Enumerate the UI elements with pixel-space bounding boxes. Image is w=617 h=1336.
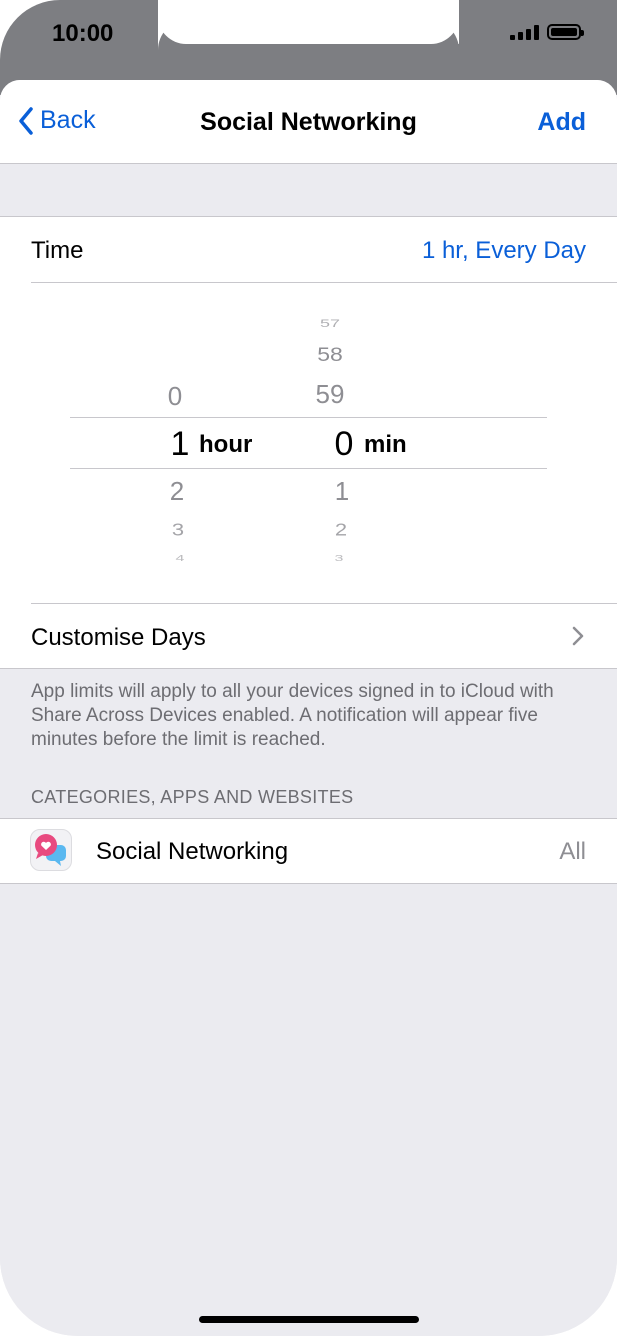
- social-networking-icon: [30, 829, 72, 871]
- customise-days-row[interactable]: Customise Days: [0, 604, 617, 669]
- navigation-bar: Back Social Networking Add: [0, 80, 617, 164]
- phone-screen: 10:00 Back Social Networking Add Time 1 …: [0, 0, 617, 1336]
- minute-option[interactable]: 59: [300, 379, 360, 410]
- time-row[interactable]: Time 1 hr, Every Day: [0, 217, 617, 282]
- chat-bubbles-icon: [35, 834, 66, 866]
- app-category-label: Social Networking: [96, 838, 289, 865]
- status-icons: [510, 24, 584, 40]
- hour-unit-label: hour: [199, 431, 253, 458]
- hour-option[interactable]: 0: [145, 381, 205, 412]
- section-header: CATEGORIES, APPS AND WEBSITES: [31, 787, 354, 807]
- settings-group: Time 1 hr, Every Day 0 1 hour 2 3 4 57 5…: [0, 216, 617, 669]
- hour-option[interactable]: 2: [147, 476, 207, 507]
- time-picker[interactable]: 0 1 hour 2 3 4 57 58 59 0 min 1 2 3: [0, 283, 617, 603]
- status-time: 10:00: [52, 20, 114, 47]
- time-value: 1 hr, Every Day: [421, 237, 586, 264]
- picker-selection-bottom-line: [70, 468, 547, 469]
- minute-option[interactable]: 57: [300, 317, 360, 330]
- customise-days-label: Customise Days: [31, 624, 206, 651]
- app-category-row[interactable]: Social Networking All: [0, 818, 617, 884]
- add-button[interactable]: Add: [537, 108, 586, 137]
- notch-cutout: [158, 0, 459, 44]
- hour-option[interactable]: 4: [150, 555, 210, 564]
- cellular-signal-icon: [510, 24, 539, 40]
- time-label: Time: [31, 237, 84, 264]
- minute-unit-label: min: [364, 431, 407, 458]
- battery-icon: [547, 24, 584, 40]
- status-right-shape: [459, 0, 617, 80]
- modal-sheet: Back Social Networking Add Time 1 hr, Ev…: [0, 80, 617, 1336]
- minute-option[interactable]: 2: [311, 520, 371, 541]
- home-indicator[interactable]: [199, 1316, 419, 1323]
- chevron-right-icon: [572, 626, 584, 646]
- minute-option[interactable]: 1: [312, 476, 372, 507]
- minute-option[interactable]: 3: [309, 555, 369, 564]
- picker-selection-top-line: [70, 417, 547, 418]
- app-category-value: All: [559, 838, 586, 865]
- hour-option[interactable]: 3: [148, 520, 208, 541]
- limit-footnote: App limits will apply to all your device…: [31, 681, 554, 750]
- minute-option[interactable]: 58: [300, 343, 360, 366]
- nav-title: Social Networking: [200, 108, 417, 136]
